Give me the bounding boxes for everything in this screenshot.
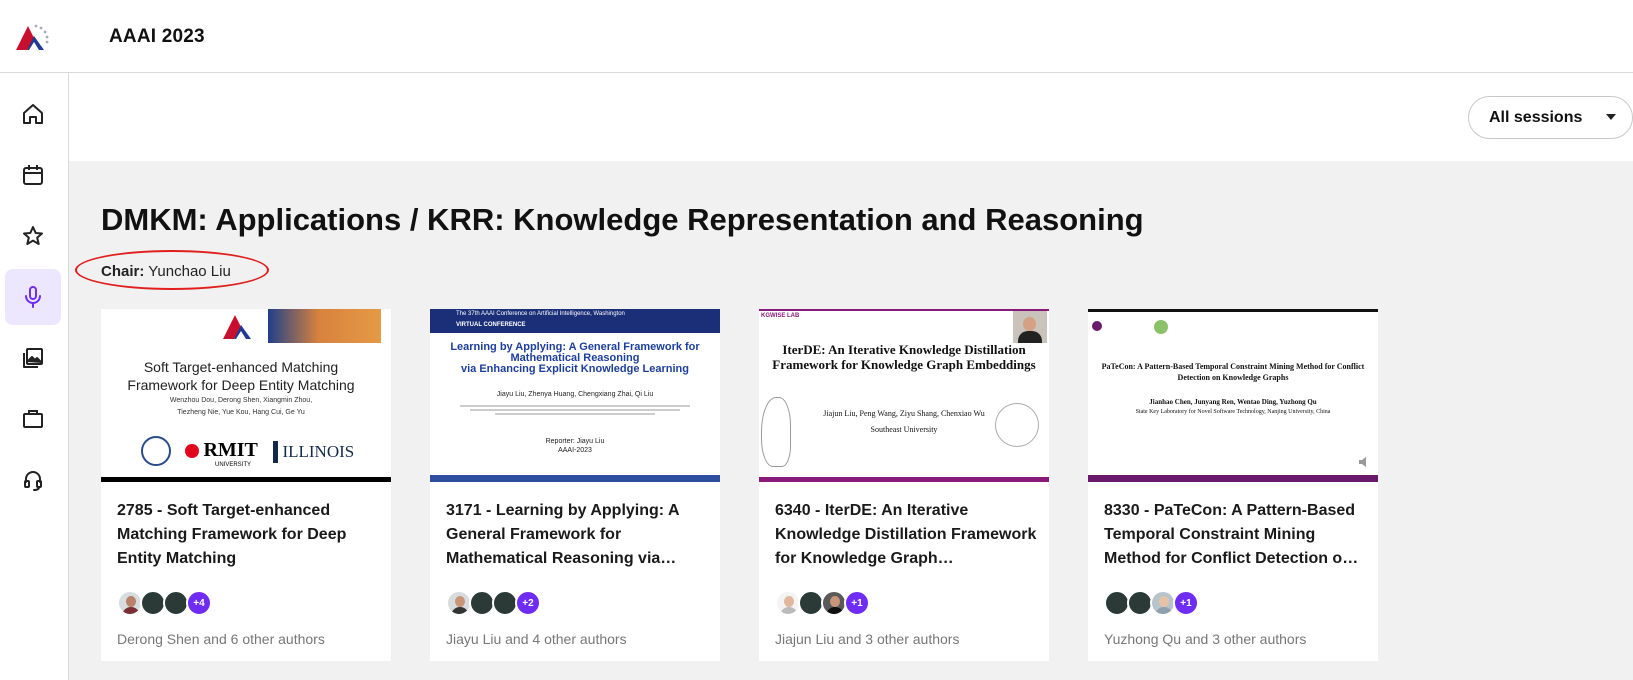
paper-authors: Jiajun Liu and 3 other authors (775, 631, 960, 647)
slide-bottom-bar (1088, 475, 1378, 482)
slide-title: Learning by Applying: A General Framewor… (450, 341, 700, 375)
caret-down-icon (1606, 114, 1616, 120)
more-authors-badge: +2 (515, 590, 541, 616)
home-icon (23, 104, 43, 124)
paper-title[interactable]: 6340 - IterDE: An Iterative Knowledge Di… (775, 499, 1037, 571)
more-authors-badge: +1 (844, 590, 870, 616)
slide-radar-graphic (995, 403, 1039, 447)
sidebar-item-home[interactable] (5, 86, 61, 142)
calendar-icon (23, 165, 43, 185)
paper-card[interactable]: Soft Target-enhanced Matching Framework f… (101, 309, 391, 661)
speaker-icon (1358, 455, 1370, 467)
sidebar-item-favorites[interactable] (5, 208, 61, 264)
sidebar-item-posters[interactable] (5, 330, 61, 386)
sidebar-item-expo[interactable] (5, 391, 61, 447)
slide-lab-label: KGWISE LAB (761, 313, 800, 319)
microphone-icon (25, 286, 41, 308)
rmit-logo: RMIT UNIVERSITY (185, 439, 258, 468)
paper-authors: Jiayu Liu and 4 other authors (446, 631, 627, 647)
main-content: All sessions DMKM: Applications / KRR: K… (69, 73, 1633, 680)
more-authors-badge: +4 (186, 590, 212, 616)
slide-affiliations (430, 403, 720, 421)
paper-authors: Derong Shen and 6 other authors (117, 631, 325, 647)
briefcase-icon (23, 410, 43, 428)
slide-reporter: Reporter: Jiayu Liu AAAI-2023 (545, 438, 605, 454)
paper-title[interactable]: 3171 - Learning by Applying: A General F… (446, 499, 708, 571)
slide-authors: Jiayu Liu, Zhenya Huang, Chengxiang Zhai… (496, 391, 654, 398)
university-seal-icon (141, 436, 171, 466)
slide-banner-image (268, 309, 381, 343)
slide-top-rule (1088, 309, 1378, 312)
top-bar: AAAI 2023 (0, 0, 1633, 73)
session-filter-value: All sessions (1489, 108, 1583, 126)
star-icon (23, 226, 43, 245)
slide-bottom-bar (101, 477, 391, 482)
filter-bar: All sessions (69, 73, 1633, 161)
sidebar-item-calendar[interactable] (5, 147, 61, 203)
lab-logo (1154, 320, 1168, 334)
paper-title[interactable]: 8330 - PaTeCon: A Pattern-Based Temporal… (1104, 499, 1366, 571)
session-filter-dropdown[interactable]: All sessions (1468, 96, 1633, 139)
app-title: AAAI 2023 (109, 26, 205, 47)
sidebar-item-support[interactable] (5, 452, 61, 508)
paper-card[interactable]: The 37th AAAI Conference on Artificial I… (430, 309, 720, 661)
slide-footer-bar (430, 475, 720, 482)
author-avatars: +1 (1104, 590, 1199, 616)
paper-card[interactable]: KGWISE LAB IterDE: An Iterative Knowledg… (759, 309, 1049, 661)
presenter-video (1013, 311, 1047, 343)
illinois-logo: ILLINOIS (273, 441, 354, 463)
slide-title: Soft Target-enhanced Matching Framework f… (127, 359, 355, 393)
slide-authors: Jianhao Chen, Junyang Ren, Wentao Ding, … (1135, 398, 1331, 415)
slide-top-rule (759, 309, 1049, 311)
paper-thumbnail[interactable]: Soft Target-enhanced Matching Framework f… (101, 309, 391, 482)
slide-authors: Wenzhou Dou, Derong Shen, Xiangmin Zhou,… (169, 397, 313, 416)
slide-title: PaTeCon: A Pattern-Based Temporal Constr… (1101, 362, 1365, 382)
sidebar-nav (0, 73, 69, 680)
author-avatars: +2 (446, 590, 541, 616)
sidebar-item-sessions[interactable] (5, 269, 61, 325)
chair-label: Chair: (101, 263, 145, 280)
paper-thumbnail[interactable]: KGWISE LAB IterDE: An Iterative Knowledg… (759, 309, 1049, 482)
author-avatars: +1 (775, 590, 870, 616)
paper-thumbnail[interactable]: The 37th AAAI Conference on Artificial I… (430, 309, 720, 482)
aaai-logo-icon[interactable] (14, 22, 50, 52)
paper-title[interactable]: 2785 - Soft Target-enhanced Matching Fra… (117, 499, 379, 571)
chair-name[interactable]: Yunchao Liu (148, 263, 231, 280)
slide-bottom-bar (759, 477, 1049, 482)
paper-card[interactable]: PaTeCon: A Pattern-Based Temporal Constr… (1088, 309, 1378, 661)
slide-title: IterDE: An Iterative Knowledge Distillat… (772, 342, 1036, 372)
session-title: DMKM: Applications / KRR: Knowledge Repr… (101, 202, 1144, 237)
session-chair: Chair: Yunchao Liu (101, 263, 231, 280)
nju-logo (1092, 321, 1138, 333)
more-authors-badge: +1 (1173, 590, 1199, 616)
slide-header-bar: The 37th AAAI Conference on Artificial I… (430, 309, 720, 333)
paper-authors: Yuzhong Qu and 3 other authors (1104, 631, 1307, 647)
headset-icon (24, 471, 42, 491)
image-gallery-icon (23, 348, 43, 368)
aaai-logo-icon (223, 315, 251, 339)
author-avatars: +4 (117, 590, 212, 616)
paper-thumbnail[interactable]: PaTeCon: A Pattern-Based Temporal Constr… (1088, 309, 1378, 482)
slide-face-illustration (761, 397, 791, 467)
